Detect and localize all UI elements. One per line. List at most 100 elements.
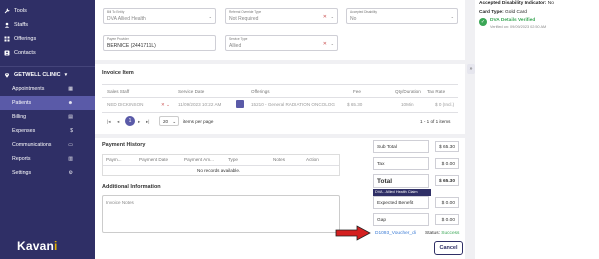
red-arrow-icon — [335, 225, 371, 241]
sidebar-item-tools[interactable]: Tools — [0, 4, 95, 18]
card-type: Card Type: Gold Card — [479, 10, 527, 15]
tax-label: Tax — [377, 162, 385, 167]
referral-override-field[interactable]: Referral Override Type Not Required ✕ ⌄ — [225, 8, 338, 24]
textarea-placeholder: Invoice Notes — [106, 200, 134, 205]
disability-label: Accepted Disability Indicator: — [479, 1, 547, 6]
dollar-icon: $ — [70, 128, 73, 134]
sidebar-item-appointments[interactable]: Appointments ▦ — [0, 82, 95, 96]
tax-value: $ 0.00 — [435, 158, 459, 169]
brand-text: Kavan — [17, 239, 55, 253]
field-value: No — [350, 16, 357, 22]
invoice-form-panel: Bill To Entity DVA Allied Health ⌄ Refer… — [95, 0, 465, 60]
billing-icon: ▤ — [68, 114, 73, 120]
column-header: Offerings — [251, 89, 270, 94]
sidebar-item-staffs[interactable]: Staffs — [0, 18, 95, 32]
calendar-icon: ▦ — [68, 86, 73, 92]
service-date-value[interactable]: 11/09/2023 10:22 AM — [178, 102, 221, 107]
sidebar-item-settings[interactable]: Settings ⚙ — [0, 166, 95, 180]
section-title: Invoice Item — [102, 70, 134, 76]
payee-provider-field[interactable]: Payee Provider BERNICE (2441711L) — [103, 35, 216, 51]
offering-value[interactable]: 15210 - General RADIATION ONCOLOG — [251, 102, 335, 107]
sidebar-item-label: Expenses — [12, 128, 36, 134]
field-value: Allied — [229, 43, 242, 49]
tax-rate-value: $ 0 (Incl.) — [435, 102, 455, 107]
clear-icon[interactable]: ✕ ⌄ — [161, 102, 170, 108]
brand-text-end: i — [54, 239, 58, 253]
tax-label-box: Tax — [373, 157, 429, 170]
total-label-box: Total — [373, 174, 429, 188]
column-header: Type — [228, 157, 238, 162]
divider — [102, 112, 458, 113]
voucher-link[interactable]: D1093_Voucher_di — [375, 231, 416, 236]
field-value: Not Required — [229, 16, 259, 22]
wrench-icon — [4, 8, 10, 14]
verified-on: Verified on: 09/09/2023 02:50 AM — [490, 25, 547, 29]
sidebar-item-patients[interactable]: Patients ☻ — [0, 96, 95, 110]
invoice-notes-textarea[interactable]: Invoice Notes — [102, 195, 340, 233]
chevron-down-icon: ⌄ — [450, 14, 454, 19]
chevron-down-icon: ⌄ — [208, 14, 212, 19]
sidebar: Tools Staffs Offerings Contacts GETWELL … — [0, 0, 95, 259]
field-label: Referral Override Type — [229, 10, 262, 14]
gap-label-box: Gap — [373, 213, 429, 226]
sidebar-item-reports[interactable]: Reports ▥ — [0, 152, 95, 166]
field-label: Service Type — [229, 37, 248, 41]
cancel-button[interactable]: Cancel — [434, 241, 463, 255]
expected-benefit-label: Expected Benefit — [377, 201, 414, 206]
gap-label: Gap — [377, 218, 387, 223]
pagination-prev-button[interactable]: ◂ — [117, 119, 119, 125]
service-type-field[interactable]: Service Type Allied ✕ ⌄ — [225, 35, 338, 51]
user-icon — [4, 22, 10, 28]
chevron-down-icon: ▾ — [64, 71, 68, 78]
section-title: Additional Information — [102, 184, 161, 190]
pagination-range: 1 - 1 of 1 items — [420, 119, 451, 124]
payment-history-table: Paym... Payment Date Payment Am... Type … — [102, 154, 340, 176]
sidebar-item-offerings[interactable]: Offerings — [0, 32, 95, 46]
empty-message: No records available. — [197, 168, 241, 173]
sidebar-item-label: Offerings — [14, 36, 37, 42]
qty-value[interactable]: 10Min — [401, 102, 414, 107]
pagination-last-button[interactable]: ▸| — [146, 119, 150, 125]
pagination-first-button[interactable]: |◂ — [107, 119, 111, 125]
pagination-current-page[interactable]: 1 — [125, 116, 135, 126]
expand-panel-icon[interactable]: » — [467, 64, 475, 74]
field-label: Payee Provider — [107, 37, 129, 41]
chat-icon: ▭ — [68, 142, 73, 148]
chevron-down-icon: ⌄ — [172, 119, 177, 124]
total-label: Total — [377, 178, 393, 185]
sidebar-item-expenses[interactable]: Expenses $ — [0, 124, 95, 138]
gap-value: $ 0.00 — [435, 214, 459, 225]
clinic-name: GETWELL CLINIC — [14, 71, 61, 78]
clear-icon[interactable]: ✕ — [323, 14, 327, 20]
sales-staff-value[interactable]: NED DICKINSON — [107, 102, 144, 107]
accepted-disability-field[interactable]: Accepted Disability No ⌄ — [346, 8, 458, 24]
sidebar-item-label: Appointments — [12, 86, 45, 92]
calendar-icon[interactable] — [236, 100, 244, 108]
column-header: Tax Rate — [427, 89, 446, 94]
clear-icon[interactable]: ✕ — [323, 41, 327, 47]
sidebar-item-contacts[interactable]: Contacts — [0, 46, 95, 60]
patients-icon: ☻ — [67, 100, 73, 106]
bill-to-field[interactable]: Bill To Entity DVA Allied Health ⌄ — [103, 8, 216, 24]
sidebar-item-label: Staffs — [14, 22, 28, 28]
sidebar-item-label: Reports — [12, 156, 31, 162]
field-value: DVA Allied Health — [107, 16, 146, 22]
patient-details-panel: Accepted Disability Indicator: No Card T… — [475, 0, 599, 259]
column-header: Fee — [353, 89, 361, 94]
sidebar-item-label: Communications — [12, 142, 52, 148]
column-header: Notes — [273, 157, 286, 162]
sidebar-item-billing[interactable]: Billing ▤ — [0, 110, 95, 124]
main-content: Bill To Entity DVA Allied Health ⌄ Refer… — [95, 0, 465, 259]
pagination-next-button[interactable]: ▸ — [138, 119, 140, 125]
column-header: Payment Am... — [184, 157, 214, 162]
subtotal-label-box: Sub Total — [373, 140, 429, 153]
sidebar-item-label: Settings — [12, 170, 32, 176]
sidebar-item-label: Patients — [12, 100, 32, 106]
clinic-header[interactable]: GETWELL CLINIC ▾ — [0, 66, 95, 82]
grid-icon — [4, 36, 10, 42]
sidebar-item-communications[interactable]: Communications ▭ — [0, 138, 95, 152]
subtotal-label: Sub Total — [377, 145, 397, 150]
column-header: Sales Staff — [107, 89, 130, 94]
per-page-select[interactable]: 20 ⌄ — [159, 116, 179, 126]
column-header: Action — [306, 157, 319, 162]
